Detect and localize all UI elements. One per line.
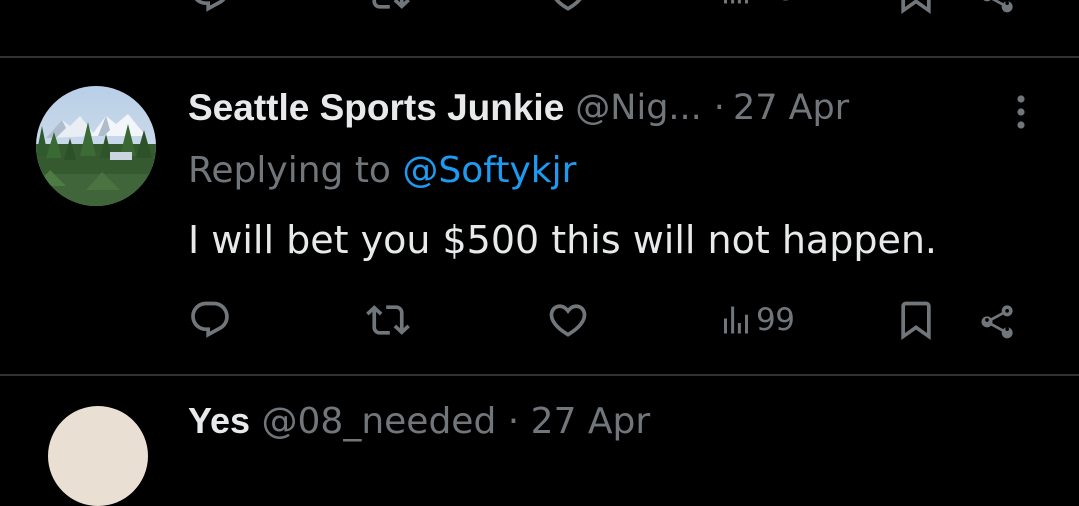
next-tweet[interactable]: Yes @08_needed · 27 Apr xyxy=(0,400,1079,506)
avatar-image xyxy=(36,86,156,206)
views-icon xyxy=(724,0,748,4)
display-name[interactable]: Seattle Sports Junkie xyxy=(188,87,564,129)
prev-share-button[interactable] xyxy=(976,0,1020,16)
prev-reply-button[interactable] xyxy=(188,0,232,16)
bookmark-icon xyxy=(901,301,931,341)
more-options-button[interactable] xyxy=(1009,92,1033,132)
tweet-divider-bottom xyxy=(0,374,1079,376)
next-user-handle[interactable]: @08_needed xyxy=(262,401,497,442)
reply-icon xyxy=(191,301,229,338)
more-icon xyxy=(1017,95,1025,129)
prev-retweet-button[interactable] xyxy=(366,0,410,16)
retweet-icon xyxy=(366,305,410,335)
share-icon xyxy=(983,0,1013,13)
replying-to-label: Replying to xyxy=(188,150,403,191)
previous-tweet-actions: 261 xyxy=(0,0,1079,22)
bookmark-icon xyxy=(901,0,931,15)
next-avatar[interactable] xyxy=(48,406,148,506)
reply-button[interactable] xyxy=(188,298,232,342)
tweet-timestamp[interactable]: 27 Apr xyxy=(733,88,849,128)
prev-bookmark-button[interactable] xyxy=(894,0,938,16)
tweet-header: Seattle Sports Junkie @Nig... · 27 Apr xyxy=(188,80,1038,136)
bookmark-button[interactable] xyxy=(894,298,938,342)
retweet-icon xyxy=(372,0,410,9)
like-button[interactable] xyxy=(546,298,590,342)
separator-dot: · xyxy=(713,88,725,128)
heart-icon xyxy=(554,0,582,11)
prev-views-button[interactable]: 261 xyxy=(718,0,814,8)
share-button[interactable] xyxy=(976,298,1020,342)
replying-to-mention[interactable]: @Softykjr xyxy=(402,150,576,191)
views-button[interactable]: 99 xyxy=(718,302,795,338)
retweet-button[interactable] xyxy=(366,298,410,342)
next-separator-dot: · xyxy=(507,401,520,442)
views-icon xyxy=(724,306,748,334)
tweet-divider-top xyxy=(0,56,1079,58)
next-tweet-timestamp[interactable]: 27 Apr xyxy=(531,401,651,442)
next-display-name[interactable]: Yes xyxy=(188,400,250,441)
replying-to-line: Replying to @Softykjr xyxy=(188,150,576,191)
avatar[interactable] xyxy=(36,86,156,206)
tweet-text: I will bet you $500 this will not happen… xyxy=(188,218,937,262)
views-count: 99 xyxy=(756,302,795,338)
reply-icon xyxy=(194,0,226,12)
prev-views-count: 261 xyxy=(756,0,814,8)
user-handle[interactable]: @Nig... xyxy=(575,88,702,128)
prev-like-button[interactable] xyxy=(546,0,590,16)
share-icon xyxy=(981,305,1013,339)
next-tweet-header: Yes @08_needed · 27 Apr xyxy=(188,400,650,442)
heart-icon xyxy=(549,304,587,337)
